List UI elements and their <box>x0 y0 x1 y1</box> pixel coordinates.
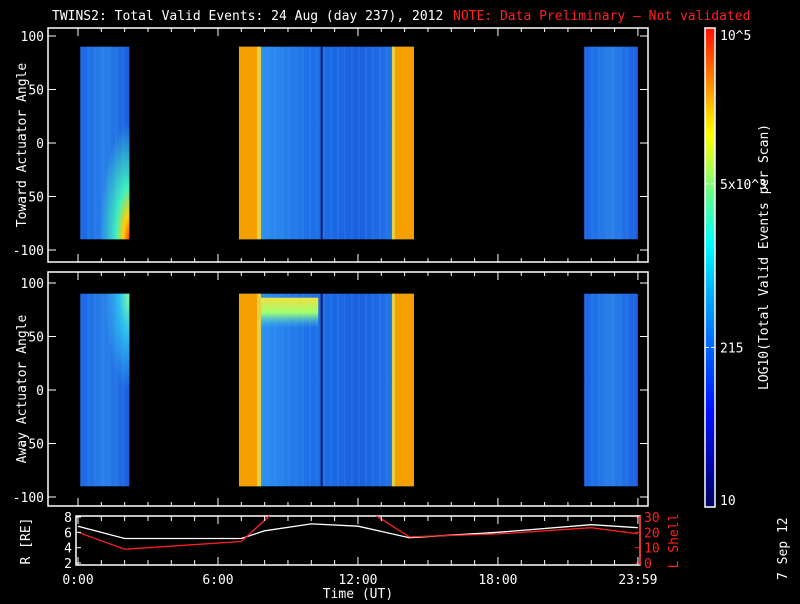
texture-stripe <box>364 293 367 487</box>
texture-stripe <box>364 46 367 240</box>
texture-stripe <box>385 46 388 240</box>
y-tick-label: -100 <box>13 244 44 259</box>
texture-stripe <box>598 293 601 487</box>
y-tick-label: 6 <box>64 526 72 541</box>
data-gap-line <box>320 293 323 487</box>
y-tick-label: 100 <box>21 30 44 45</box>
y-tick-label: 4 <box>64 542 72 557</box>
texture-stripe <box>343 46 346 240</box>
texture-stripe <box>322 46 325 240</box>
texture-stripe <box>357 293 360 487</box>
away-panel: 100500-50-100Away Actuator Angle <box>13 271 649 507</box>
texture-stripe <box>612 46 615 240</box>
y-tick-label: 2 <box>64 557 72 572</box>
high-count-edge <box>391 46 395 240</box>
date-stamp: 7 Sep 12 <box>776 517 791 580</box>
texture-stripe <box>294 46 297 240</box>
toward-axis-label: Toward Actuator Angle <box>15 63 30 228</box>
texture-stripe <box>322 293 325 487</box>
y-tick-label: 8 <box>64 511 72 526</box>
texture-stripe <box>350 293 353 487</box>
colorbar-tick-label: 215 <box>720 341 743 356</box>
texture-stripe <box>598 46 601 240</box>
twins-spectrogram-figure: TWINS2: Total Valid Events: 24 Aug (day … <box>13 9 791 602</box>
texture-stripe <box>605 293 608 487</box>
high-count-edge <box>256 46 261 240</box>
texture-stripe <box>301 46 304 240</box>
y-tick-label-right: 30 <box>644 511 660 526</box>
y-tick-label: 50 <box>28 331 44 346</box>
l-shell-axis-label: L Shell <box>667 514 682 569</box>
x-tick-label: 12:00 <box>338 573 377 588</box>
panels: 100500-50-100Toward Actuator Angle100500… <box>13 27 682 602</box>
texture-stripe <box>584 293 587 487</box>
texture-stripe <box>315 46 318 240</box>
texture-stripe <box>371 46 374 240</box>
colorbar-tick-label: 10 <box>720 494 736 509</box>
preliminary-note: NOTE: Data Preliminary — Not validated <box>453 9 750 24</box>
texture-stripe <box>633 293 636 487</box>
texture-stripe <box>619 293 622 487</box>
data-gap-line <box>320 46 323 240</box>
texture-stripe <box>605 46 608 240</box>
texture-stripe <box>336 46 339 240</box>
texture-stripe <box>591 46 594 240</box>
texture-stripe <box>329 46 332 240</box>
high-count-edge <box>393 293 414 487</box>
high-count-edge <box>238 46 257 240</box>
texture-stripe <box>378 293 381 487</box>
texture-stripe <box>633 46 636 240</box>
texture-stripe <box>357 46 360 240</box>
texture-stripe <box>612 293 615 487</box>
plot-title: TWINS2: Total Valid Events: 24 Aug (day … <box>52 9 443 24</box>
texture-stripe <box>591 293 594 487</box>
colorbar-tick-label: 10^5 <box>720 29 751 44</box>
y-tick-label-right: 10 <box>644 542 660 557</box>
texture-stripe <box>626 293 629 487</box>
texture-stripe <box>266 46 269 240</box>
high-count-edge <box>238 293 257 487</box>
texture-stripe <box>371 293 374 487</box>
texture-stripe <box>336 293 339 487</box>
colorbar-label: LOG10(Total Valid Events per Scan) <box>757 124 772 390</box>
texture-stripe <box>350 46 353 240</box>
texture-stripe <box>619 46 622 240</box>
toward-panel: 100500-50-100Toward Actuator Angle <box>13 27 649 263</box>
hot-region <box>260 297 319 328</box>
texture-stripe <box>343 293 346 487</box>
texture-stripe <box>584 46 587 240</box>
high-count-edge <box>256 293 261 487</box>
y-tick-label: -100 <box>13 491 44 506</box>
texture-stripe <box>308 46 311 240</box>
y-tick-label: 0 <box>36 384 44 399</box>
colorbar: 10^55x10^321510 LOG10(Total Valid Events… <box>704 27 772 509</box>
high-count-edge <box>393 46 414 240</box>
x-axis-label: Time (UT) <box>323 587 393 600</box>
hot-region <box>80 46 130 240</box>
y-tick-label-right: 20 <box>644 526 660 541</box>
x-tick-label: 6:00 <box>202 573 233 588</box>
colorbar-scale <box>704 27 716 508</box>
texture-stripe <box>287 46 290 240</box>
x-tick-label: 18:00 <box>478 573 517 588</box>
away-axis-label: Away Actuator Angle <box>15 314 30 463</box>
x-tick-label: 0:00 <box>62 573 93 588</box>
texture-stripe <box>378 46 381 240</box>
high-count-edge <box>391 293 395 487</box>
texture-stripe <box>385 293 388 487</box>
texture-stripe <box>273 46 276 240</box>
y-tick-label-right: 0 <box>644 557 652 572</box>
texture-stripe <box>626 46 629 240</box>
orbit-panel: 8642 3020100 0:00 6:00 12:00 18:00 23:59 Time (… <box>19 511 682 602</box>
r-axis-label: R [RE] <box>19 518 34 565</box>
y-tick-label: 100 <box>21 277 44 292</box>
texture-stripe <box>329 293 332 487</box>
y-tick-label: 50 <box>28 84 44 99</box>
hot-region <box>80 293 130 487</box>
texture-stripe <box>280 46 283 240</box>
r-line <box>77 523 638 540</box>
y-tick-label: 0 <box>36 137 44 152</box>
x-tick-label: 23:59 <box>618 573 657 588</box>
